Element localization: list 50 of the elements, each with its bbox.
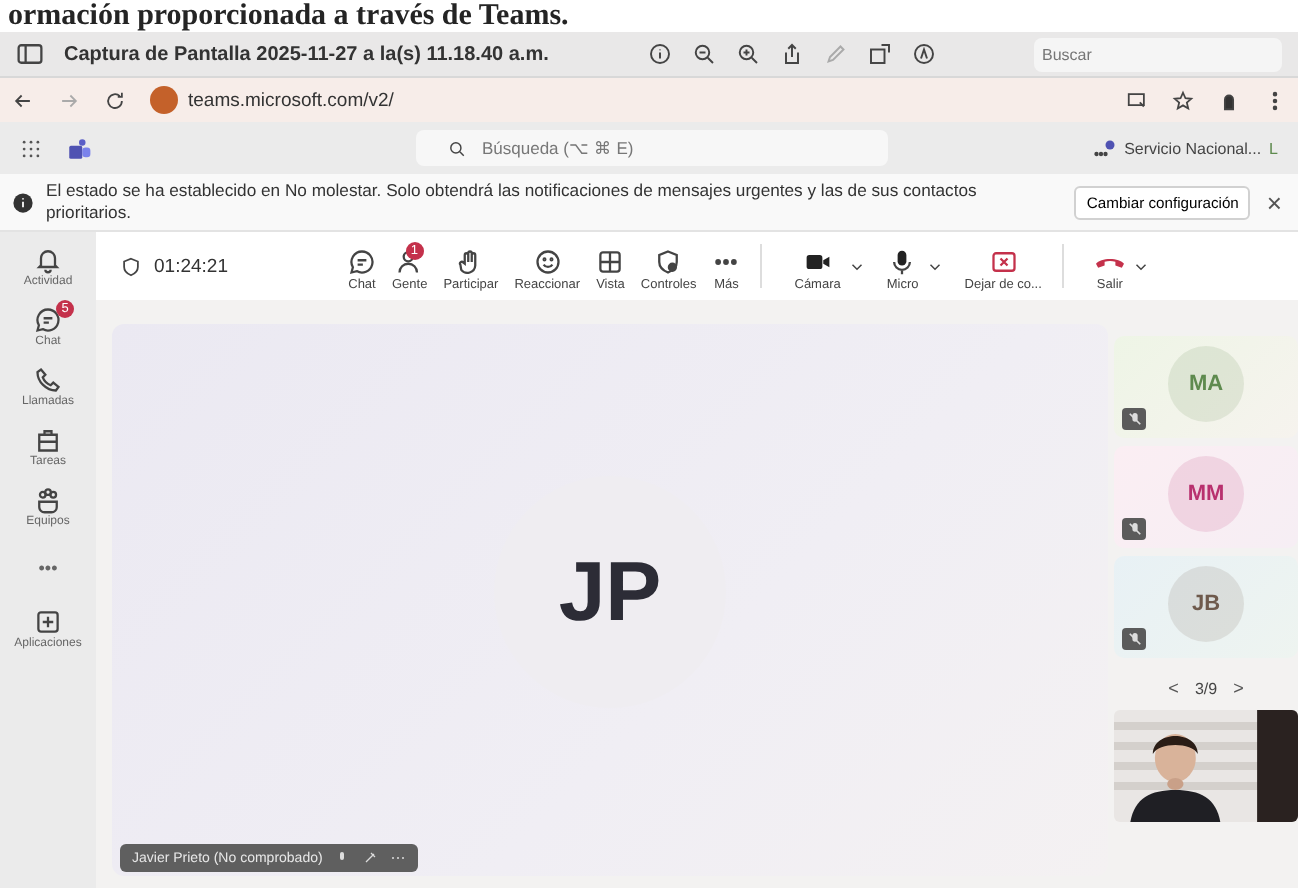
sidebar-icon <box>16 40 44 68</box>
star-icon <box>1172 89 1194 111</box>
previous-page-button[interactable]: < <box>1168 678 1179 698</box>
avatar: JB <box>1168 566 1244 642</box>
zoom-out-icon <box>692 42 717 66</box>
people-group-icon <box>34 486 62 514</box>
call-timer: 01:24:21 <box>154 255 228 277</box>
grid-icon <box>596 247 625 275</box>
briefcase-icon <box>33 426 62 454</box>
search-icon <box>448 139 466 157</box>
address-field[interactable]: teams.microsoft.com/v2/ <box>188 89 394 111</box>
site-icon <box>150 86 178 114</box>
teams-logo-icon <box>66 135 92 161</box>
reload-icon <box>104 89 126 111</box>
more-apps-button[interactable]: ••• <box>26 552 70 578</box>
organization-name[interactable]: Servicio Nacional... <box>1124 139 1262 157</box>
avatar: MA <box>1168 346 1244 422</box>
hang-up-icon <box>1095 257 1124 267</box>
chat-icon <box>34 306 62 334</box>
info-icon <box>12 191 34 213</box>
forward-icon <box>58 89 80 111</box>
next-page-button[interactable]: > <box>1233 678 1244 698</box>
back-icon <box>12 89 34 111</box>
rotate-icon <box>868 42 893 66</box>
stop-share-icon <box>989 247 1018 275</box>
window-title: Captura de Pantalla 2025-11-27 a la(s) 11.18.40 a.m. <box>64 43 549 65</box>
zoom-in-icon <box>736 42 761 66</box>
close-button[interactable]: × <box>1262 187 1286 217</box>
bell-icon <box>33 246 62 274</box>
install-icon <box>1126 89 1148 111</box>
search-field[interactable]: Búsqueda (⌥ ⌘ E) <box>416 130 888 166</box>
mic-icon <box>888 247 917 275</box>
person-icon <box>395 247 424 275</box>
shield-icon <box>654 247 683 275</box>
share-icon <box>780 42 805 66</box>
profile-icon <box>1218 89 1240 111</box>
markup-icon <box>912 42 937 66</box>
avatar: MM <box>1168 456 1244 532</box>
page-indicator: 3/9 <box>1194 679 1218 697</box>
more-icon <box>1092 136 1117 160</box>
shield-icon <box>120 255 142 277</box>
phone-icon <box>33 366 62 394</box>
app-launcher-icon <box>20 137 42 159</box>
chat-icon <box>348 247 376 275</box>
status-message: El estado se ha establecido en No molestar. Solo obtendrá las notificaciones de mensajes urgentes y las de sus contactos prioritarios. <box>46 180 979 224</box>
search-field[interactable]: Buscar <box>1034 37 1282 71</box>
info-icon <box>648 42 673 66</box>
smile-icon <box>533 247 562 275</box>
add-app-icon <box>34 608 62 636</box>
pen-icon <box>824 42 849 66</box>
